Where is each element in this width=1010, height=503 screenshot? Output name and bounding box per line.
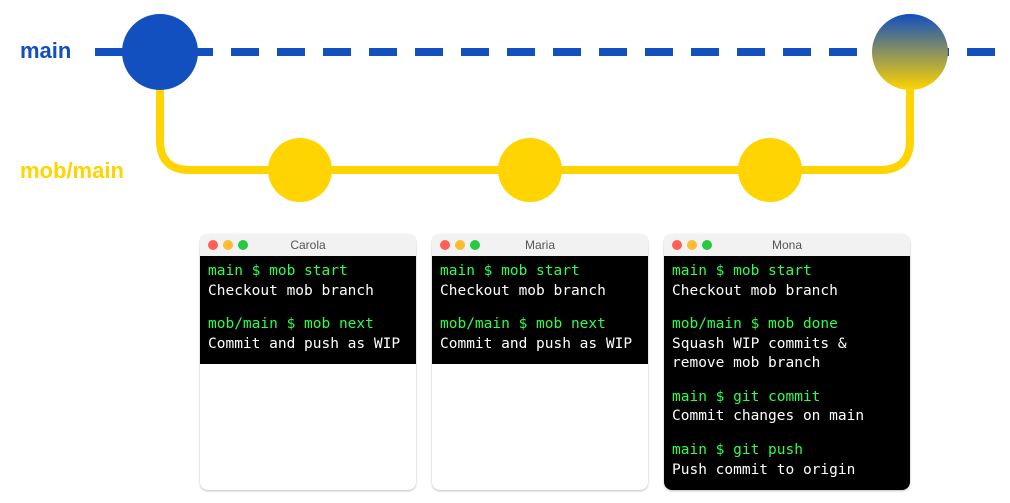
commit-mob-2 <box>498 138 562 202</box>
terminal-output: Checkout mob branch <box>208 282 408 302</box>
terminal-title: Carola <box>200 238 416 252</box>
branch-label-main: main <box>20 38 71 64</box>
terminal-body: main $ mob start Checkout mob branch mob… <box>200 256 416 364</box>
terminal-command: mob/main $ mob next <box>440 315 640 335</box>
branch-label-mob: mob/main <box>20 158 124 184</box>
terminal-body: main $ mob start Checkout mob branch mob… <box>432 256 648 364</box>
terminal-title: Mona <box>664 238 910 252</box>
terminal-mona: Mona main $ mob start Checkout mob branc… <box>664 234 910 490</box>
terminal-output: Commit changes on main <box>672 407 902 427</box>
branch-graph <box>0 0 1010 220</box>
terminal-output: Commit and push as WIP <box>208 335 408 355</box>
terminal-maria: Maria main $ mob start Checkout mob bran… <box>432 234 648 490</box>
terminal-output: Squash WIP commits & remove mob branch <box>672 335 902 374</box>
terminal-body: main $ mob start Checkout mob branch mob… <box>664 256 910 490</box>
terminal-command: main $ mob start <box>440 262 640 282</box>
terminal-output: Commit and push as WIP <box>440 335 640 355</box>
terminal-titlebar: Maria <box>432 234 648 256</box>
terminal-command: mob/main $ mob done <box>672 315 902 335</box>
terminal-carola: Carola main $ mob start Checkout mob bra… <box>200 234 416 490</box>
terminal-command: main $ git commit <box>672 388 902 408</box>
terminal-output: Checkout mob branch <box>440 282 640 302</box>
terminal-output: Push commit to origin <box>672 461 902 481</box>
terminal-command: mob/main $ mob next <box>208 315 408 335</box>
terminal-command: main $ mob start <box>208 262 408 282</box>
terminal-command: main $ mob start <box>672 262 902 282</box>
terminal-titlebar: Carola <box>200 234 416 256</box>
terminal-title: Maria <box>432 238 648 252</box>
commit-merge <box>872 14 948 90</box>
terminal-output: Checkout mob branch <box>672 282 902 302</box>
commit-mob-1 <box>268 138 332 202</box>
terminal-command: main $ git push <box>672 441 902 461</box>
commit-mob-3 <box>738 138 802 202</box>
terminals-row: Carola main $ mob start Checkout mob bra… <box>0 234 1010 490</box>
commit-main-start <box>122 14 198 90</box>
terminal-titlebar: Mona <box>664 234 910 256</box>
